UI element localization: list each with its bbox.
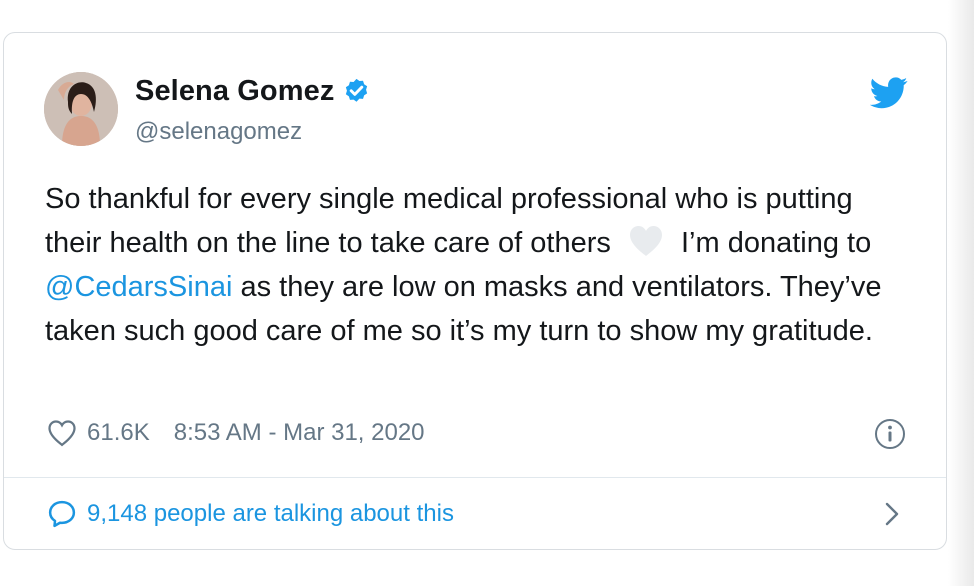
page-edge-shadow [948, 0, 974, 586]
tweet-meta-row: 61.6K 8:53 AM - Mar 31, 2020 [47, 419, 425, 447]
white-heart-emoji-icon [629, 226, 662, 256]
embedded-tweet-card[interactable]: Selena Gomez @selenagomez So thankful fo… [3, 32, 947, 550]
info-icon[interactable] [874, 418, 906, 450]
like-count[interactable]: 61.6K [87, 419, 150, 447]
tweet-text: So thankful for every single medical pro… [45, 177, 905, 353]
tweet-text-part2: I’m donating to [680, 227, 872, 259]
conversation-link[interactable]: 9,148 people are talking about this [47, 499, 454, 529]
speech-bubble-icon [48, 500, 76, 528]
tweet-timestamp[interactable]: 8:53 AM - Mar 31, 2020 [174, 419, 425, 447]
avatar[interactable] [44, 72, 118, 146]
twitter-bird-icon[interactable] [870, 77, 908, 109]
author-handle[interactable]: @selenagomez [135, 118, 302, 146]
mention-link[interactable]: @CedarsSinai [45, 271, 232, 303]
conversation-count-text[interactable]: 9,148 people are talking about this [87, 500, 454, 528]
footer-divider [4, 477, 946, 478]
heart-outline-icon[interactable] [47, 419, 77, 447]
chevron-right-icon[interactable] [880, 499, 904, 529]
author-name[interactable]: Selena Gomez [135, 75, 334, 108]
verified-badge-icon [346, 78, 368, 102]
author-row: Selena Gomez [135, 75, 371, 108]
